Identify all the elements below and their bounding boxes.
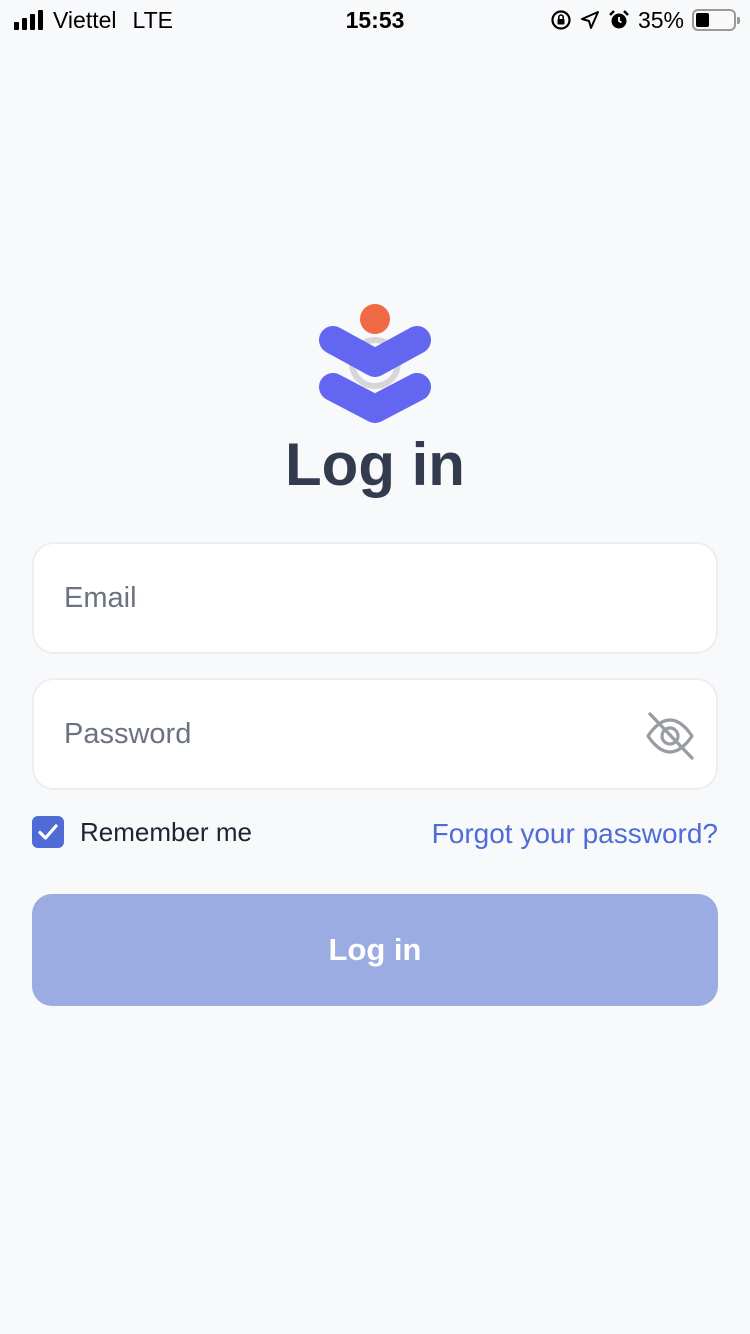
carrier-label: Viettel xyxy=(53,6,117,33)
network-label: LTE xyxy=(132,6,173,33)
remember-me-toggle[interactable]: Remember me xyxy=(32,816,252,848)
status-bar-right: 35% xyxy=(550,6,740,34)
checkmark-icon xyxy=(38,824,58,840)
rotation-lock-icon xyxy=(551,10,571,30)
email-input[interactable] xyxy=(64,581,686,615)
alarm-icon xyxy=(609,10,629,29)
email-field[interactable] xyxy=(32,542,718,654)
password-field[interactable] xyxy=(32,678,718,790)
remember-me-checkbox[interactable] xyxy=(32,816,64,848)
battery-percent: 35% xyxy=(637,6,684,33)
login-button[interactable]: Log in xyxy=(32,894,718,1006)
app-logo-icon xyxy=(319,304,431,423)
battery-icon xyxy=(692,9,740,31)
eye-off-icon[interactable] xyxy=(644,710,696,762)
forgot-password-link[interactable]: Forgot your password? xyxy=(432,818,718,850)
password-input[interactable] xyxy=(64,717,686,751)
battery-fill xyxy=(696,13,709,27)
signal-icon xyxy=(14,10,43,30)
remember-me-label: Remember me xyxy=(80,816,252,847)
location-icon xyxy=(580,11,599,29)
page-title: Log in xyxy=(285,431,465,498)
status-bar: Viettel LTE 15:53 35% xyxy=(0,0,750,40)
status-bar-left: Viettel LTE xyxy=(14,7,173,34)
